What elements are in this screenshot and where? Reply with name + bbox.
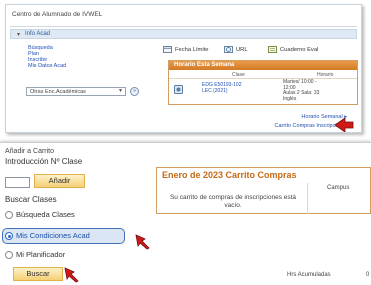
link-mis-datos-acad[interactable]: Mis Datos Acad [28, 63, 66, 69]
select-value: Otras Enc.Académicas [30, 89, 86, 95]
toolbar-deadline[interactable]: Fecha Límite [163, 46, 209, 53]
radio-button[interactable] [5, 211, 13, 219]
accumulated-hours-value: 0 [366, 272, 370, 278]
cursor-icon [64, 267, 79, 283]
collapse-icon[interactable]: ▾ [17, 31, 20, 38]
col-header-campus: Campus [327, 185, 350, 191]
toolbar-url-label: URL [236, 47, 248, 54]
notebook-icon [268, 46, 277, 53]
add-button[interactable]: Añadir [34, 174, 85, 188]
calendar-icon [163, 46, 172, 53]
radio-label: Búsqueda Clases [16, 210, 75, 219]
toolbar-gradebook[interactable]: Cuaderno Eval [268, 46, 318, 53]
enrollment-cart-label: Carrito Compras Inscripción [274, 123, 343, 129]
toolbar-deadline-label: Fecha Límite [175, 47, 209, 54]
cursor-icon [334, 117, 354, 132]
schedule-panel: Horario Esta Semana Clase Horario EDG E5… [168, 60, 358, 105]
column-divider [307, 183, 308, 214]
search-button[interactable]: Buscar [13, 267, 63, 281]
cart-title: Enero de 2023 Carrito Compras [162, 170, 297, 180]
chevron-down-icon: ▼ [118, 88, 123, 94]
toolbar-url[interactable]: URL [224, 46, 248, 53]
toolbar-gradebook-label: Cuaderno Eval [280, 47, 319, 54]
radio-label: Mis Condiciones Acad [16, 231, 90, 240]
page-title: Centro de Alumnado de IVWEL [12, 11, 103, 18]
schedule-header: Horario Esta Semana [169, 61, 357, 70]
class-number-label: Introducción Nº Clase [5, 157, 83, 166]
search-classes-heading: Buscar Clases [5, 195, 57, 204]
schedule-row: EDG E50193-102 LEC (2021) Martes/ 10:00 … [169, 78, 357, 105]
schedule-title: Horario Esta Semana [174, 62, 235, 68]
class-number-input[interactable] [5, 177, 30, 188]
bottom-panel: Añadir a Carrito Introducción Nº Clase A… [0, 142, 371, 285]
radio-button[interactable] [5, 251, 13, 259]
accumulated-hours-label: Hrs Acumuladas [287, 272, 331, 278]
radio-label: Mi Planificador [16, 250, 66, 259]
section-label: Info Acad [25, 31, 51, 37]
divider [10, 26, 357, 27]
other-academics-select[interactable]: Otras Enc.Académicas ▼ [26, 87, 126, 96]
cursor-icon [135, 234, 150, 250]
radio-button-checked[interactable] [5, 232, 13, 240]
schedule-class-link[interactable]: EDG E50193-102 LEC (2021) [202, 82, 241, 94]
cart-empty-message: Su carrito de compras de inscripciones e… [169, 194, 297, 209]
section-header-info-acad[interactable]: ▾ Info Acad [10, 29, 357, 39]
go-button[interactable]: » [130, 87, 139, 96]
globe-icon [224, 46, 233, 53]
top-panel: Centro de Alumnado de IVWEL ▾ Info Acad … [5, 4, 362, 133]
add-to-cart-heading: Añadir a Carrito [5, 148, 55, 155]
shopping-cart-panel: Enero de 2023 Carrito Compras Campus Su … [156, 167, 371, 214]
cart-title-bar: Enero de 2023 Carrito Compras [157, 168, 370, 181]
schedule-time: Martes/ 10:00 - 12:00 Aulas 2 Sala: 33 I… [283, 79, 320, 102]
class-icon [174, 85, 183, 94]
